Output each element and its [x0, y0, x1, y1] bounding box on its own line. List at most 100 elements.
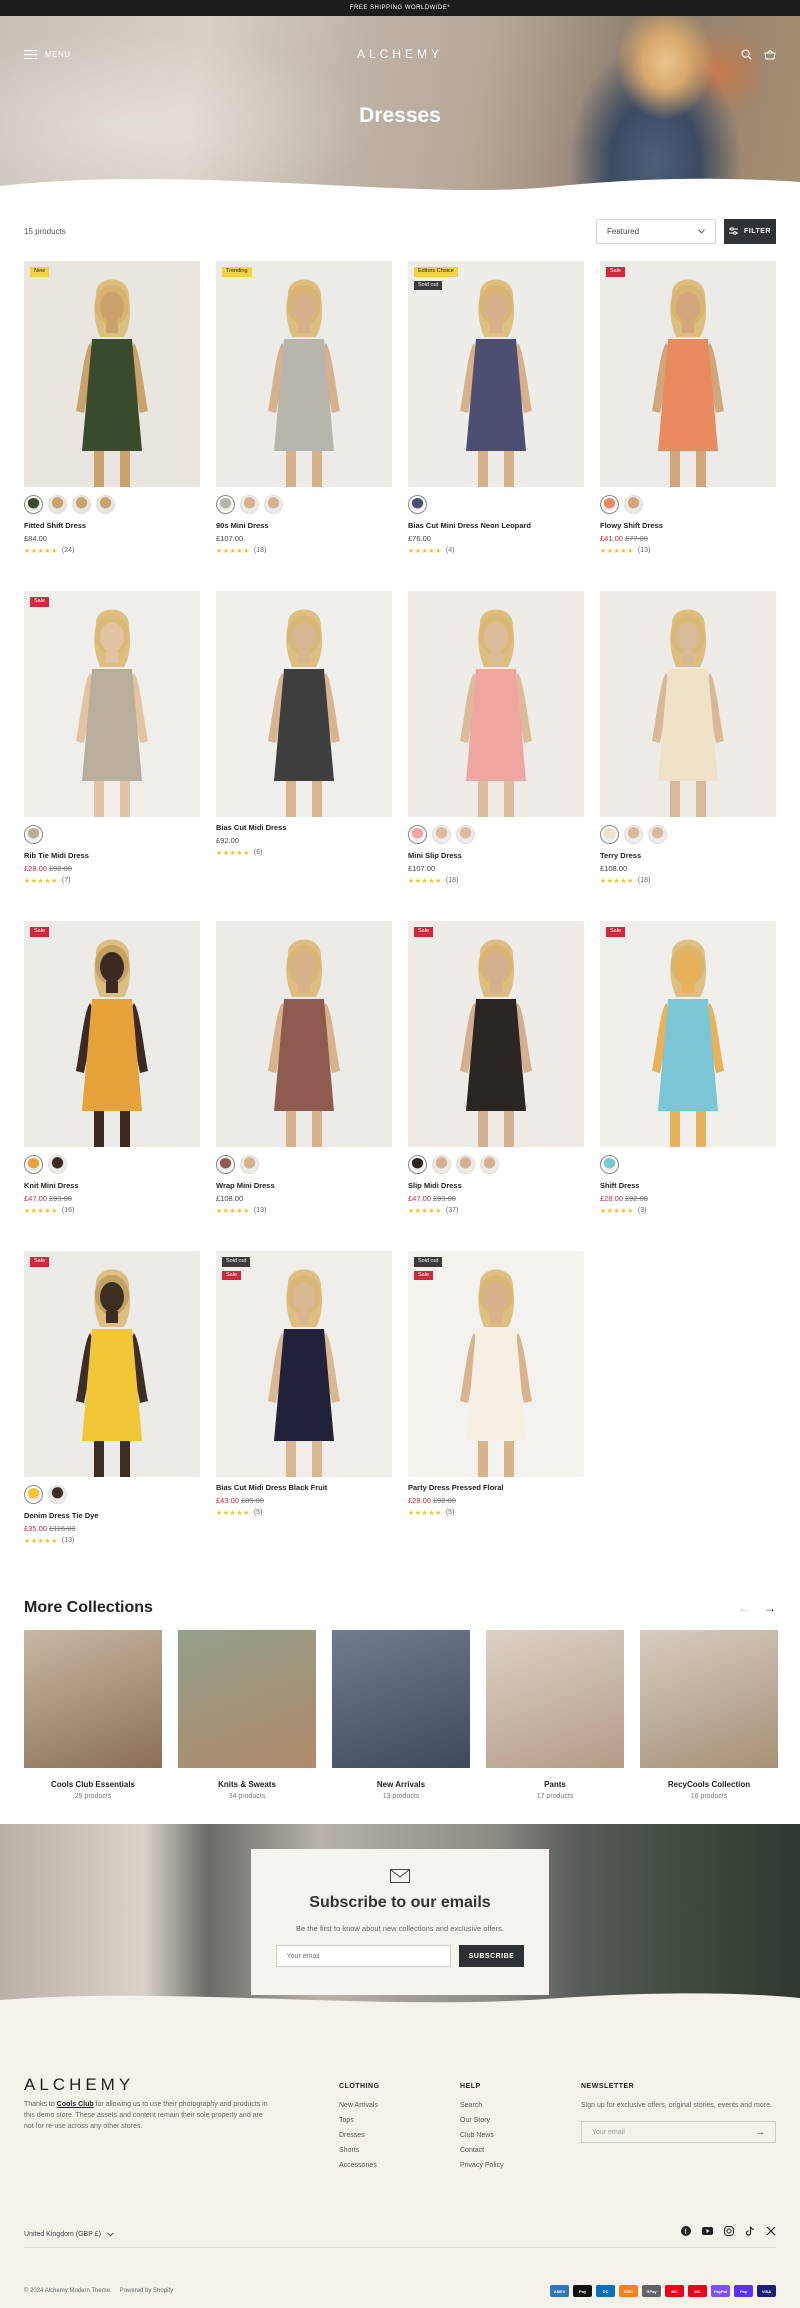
- product-title[interactable]: Slip Midi Dress: [408, 1181, 584, 1190]
- product-image[interactable]: Sale: [24, 921, 200, 1147]
- footer-email-field[interactable]: Your email →: [581, 2121, 776, 2143]
- filter-button[interactable]: FILTER: [724, 218, 776, 244]
- product-image[interactable]: Sold out Sale: [216, 1251, 392, 1477]
- footer-link[interactable]: Our Story: [460, 2117, 504, 2124]
- footer-link[interactable]: Shorts: [339, 2147, 380, 2154]
- color-swatch[interactable]: [24, 825, 43, 844]
- color-swatch[interactable]: [240, 495, 259, 514]
- product-title[interactable]: Bias Cut Midi Dress: [216, 823, 392, 832]
- color-swatch[interactable]: [600, 495, 619, 514]
- color-swatch[interactable]: [456, 1155, 475, 1174]
- collection-card[interactable]: New Arrivals 13 products: [332, 1630, 470, 1800]
- product-title[interactable]: Wrap Mini Dress: [216, 1181, 392, 1190]
- color-swatch[interactable]: [600, 825, 619, 844]
- product-image[interactable]: [600, 591, 776, 817]
- product-card[interactable]: Editors Choice Sold out Bias Cut Mini Dre…: [408, 261, 584, 591]
- product-title[interactable]: Denim Dress Tie Dye: [24, 1511, 200, 1520]
- product-card[interactable]: Wrap Mini Dress £108.00 ★★★★★ (13): [216, 921, 392, 1251]
- color-swatch[interactable]: [264, 495, 283, 514]
- color-swatch[interactable]: [432, 1155, 451, 1174]
- footer-link[interactable]: Dresses: [339, 2132, 380, 2139]
- product-image[interactable]: Sale: [24, 1251, 200, 1477]
- product-image[interactable]: Sale: [600, 921, 776, 1147]
- product-image[interactable]: Editors Choice Sold out: [408, 261, 584, 487]
- product-card[interactable]: Mini Slip Dress £107.00 ★★★★★ (18): [408, 591, 584, 921]
- arrow-right-icon[interactable]: →: [764, 1601, 776, 1615]
- color-swatch[interactable]: [24, 1155, 43, 1174]
- arrow-right-icon[interactable]: →: [755, 2127, 765, 2138]
- footer-logo[interactable]: ALCHEMY: [24, 2075, 134, 2095]
- product-card[interactable]: Sale Denim Dress Tie Dye £35.00 £116.00 ★…: [24, 1251, 200, 1581]
- footer-link[interactable]: Accessories: [339, 2162, 380, 2169]
- cools-club-link[interactable]: Cools Club: [57, 2101, 94, 2108]
- collection-image[interactable]: [332, 1630, 470, 1768]
- footer-link[interactable]: Tops: [339, 2117, 380, 2124]
- subscribe-email-input[interactable]: [275, 1945, 451, 1967]
- footer-link[interactable]: Club News: [460, 2132, 504, 2139]
- collection-image[interactable]: [178, 1630, 316, 1768]
- product-title[interactable]: 90s Mini Dress: [216, 521, 392, 530]
- sort-select[interactable]: Featured: [596, 218, 716, 244]
- color-swatch[interactable]: [48, 1485, 67, 1504]
- color-swatch[interactable]: [600, 1155, 619, 1174]
- collection-card[interactable]: Pants 17 products: [486, 1630, 624, 1800]
- color-swatch[interactable]: [216, 495, 235, 514]
- product-title[interactable]: Terry Dress: [600, 851, 776, 860]
- color-swatch[interactable]: [96, 495, 115, 514]
- collection-title[interactable]: Cools Club Essentials: [24, 1780, 162, 1789]
- collection-title[interactable]: Knits & Sweats: [178, 1780, 316, 1789]
- product-image[interactable]: [408, 591, 584, 817]
- footer-link[interactable]: Contact: [460, 2147, 504, 2154]
- collection-title[interactable]: New Arrivals: [332, 1780, 470, 1789]
- collection-card[interactable]: Knits & Sweats 34 products: [178, 1630, 316, 1800]
- product-card[interactable]: Trending 90s Mini Dress £107.00 ★★★★★ (18…: [216, 261, 392, 591]
- youtube-icon[interactable]: [702, 2226, 713, 2236]
- collection-card[interactable]: Cools Club Essentials 25 products: [24, 1630, 162, 1800]
- color-swatch[interactable]: [408, 495, 427, 514]
- product-card[interactable]: Sale Shift Dress £28.00 £92.00 ★★★★★ (3): [600, 921, 776, 1251]
- product-card[interactable]: Sale Flowy Shift Dress £41.00 £77.00 ★★★★…: [600, 261, 776, 591]
- search-icon[interactable]: [741, 48, 752, 60]
- powered-by-link[interactable]: Powered by Shopify: [120, 2288, 173, 2294]
- product-card[interactable]: Sale Slip Midi Dress £47.00 £93.00 ★★★★★(…: [408, 921, 584, 1251]
- product-image[interactable]: Trending: [216, 261, 392, 487]
- product-card[interactable]: Bias Cut Midi Dress £92.00 ★★★★★ (6): [216, 591, 392, 921]
- color-swatch[interactable]: [432, 825, 451, 844]
- product-image[interactable]: [216, 921, 392, 1147]
- subscribe-button[interactable]: SUBSCRIBE: [458, 1945, 525, 1967]
- color-swatch[interactable]: [408, 1155, 427, 1174]
- product-image[interactable]: New: [24, 261, 200, 487]
- product-image[interactable]: Sale: [24, 591, 200, 817]
- product-image[interactable]: [216, 591, 392, 817]
- product-card[interactable]: New Fitted Shift Dress £84.00 ★★★★★ (24): [24, 261, 200, 591]
- collection-image[interactable]: [640, 1630, 778, 1768]
- footer-link[interactable]: New Arrivals: [339, 2102, 380, 2109]
- collection-image[interactable]: [486, 1630, 624, 1768]
- product-title[interactable]: Party Dress Pressed Floral: [408, 1483, 584, 1492]
- product-card[interactable]: Sold out Sale Bias Cut Midi Dress Black F…: [216, 1251, 392, 1581]
- color-swatch[interactable]: [648, 825, 667, 844]
- country-selector[interactable]: United Kingdom (GBP £): [24, 2231, 114, 2238]
- color-swatch[interactable]: [408, 825, 427, 844]
- product-title[interactable]: Bias Cut Midi Dress Black Fruit: [216, 1483, 392, 1492]
- facebook-icon[interactable]: f: [681, 2226, 691, 2236]
- color-swatch[interactable]: [240, 1155, 259, 1174]
- arrow-left-icon[interactable]: ←: [738, 1601, 750, 1615]
- collection-image[interactable]: [24, 1630, 162, 1768]
- product-card[interactable]: Sale Rib Tie Midi Dress £28.00 £92.00 ★★★…: [24, 591, 200, 921]
- collection-card[interactable]: RecyCools Collection 16 products: [640, 1630, 778, 1800]
- color-swatch[interactable]: [48, 495, 67, 514]
- color-swatch[interactable]: [216, 1155, 235, 1174]
- product-card[interactable]: Sold out Sale Party Dress Pressed Floral …: [408, 1251, 584, 1581]
- color-swatch[interactable]: [456, 825, 475, 844]
- product-image[interactable]: Sale: [408, 921, 584, 1147]
- color-swatch[interactable]: [480, 1155, 499, 1174]
- footer-link[interactable]: Privacy Policy: [460, 2162, 504, 2169]
- site-logo[interactable]: ALCHEMY: [357, 47, 443, 61]
- product-card[interactable]: Sale Knit Mini Dress £47.00 £93.00 ★★★★★(…: [24, 921, 200, 1251]
- color-swatch[interactable]: [24, 495, 43, 514]
- color-swatch[interactable]: [624, 825, 643, 844]
- color-swatch[interactable]: [48, 1155, 67, 1174]
- cart-icon[interactable]: [764, 49, 776, 60]
- color-swatch[interactable]: [72, 495, 91, 514]
